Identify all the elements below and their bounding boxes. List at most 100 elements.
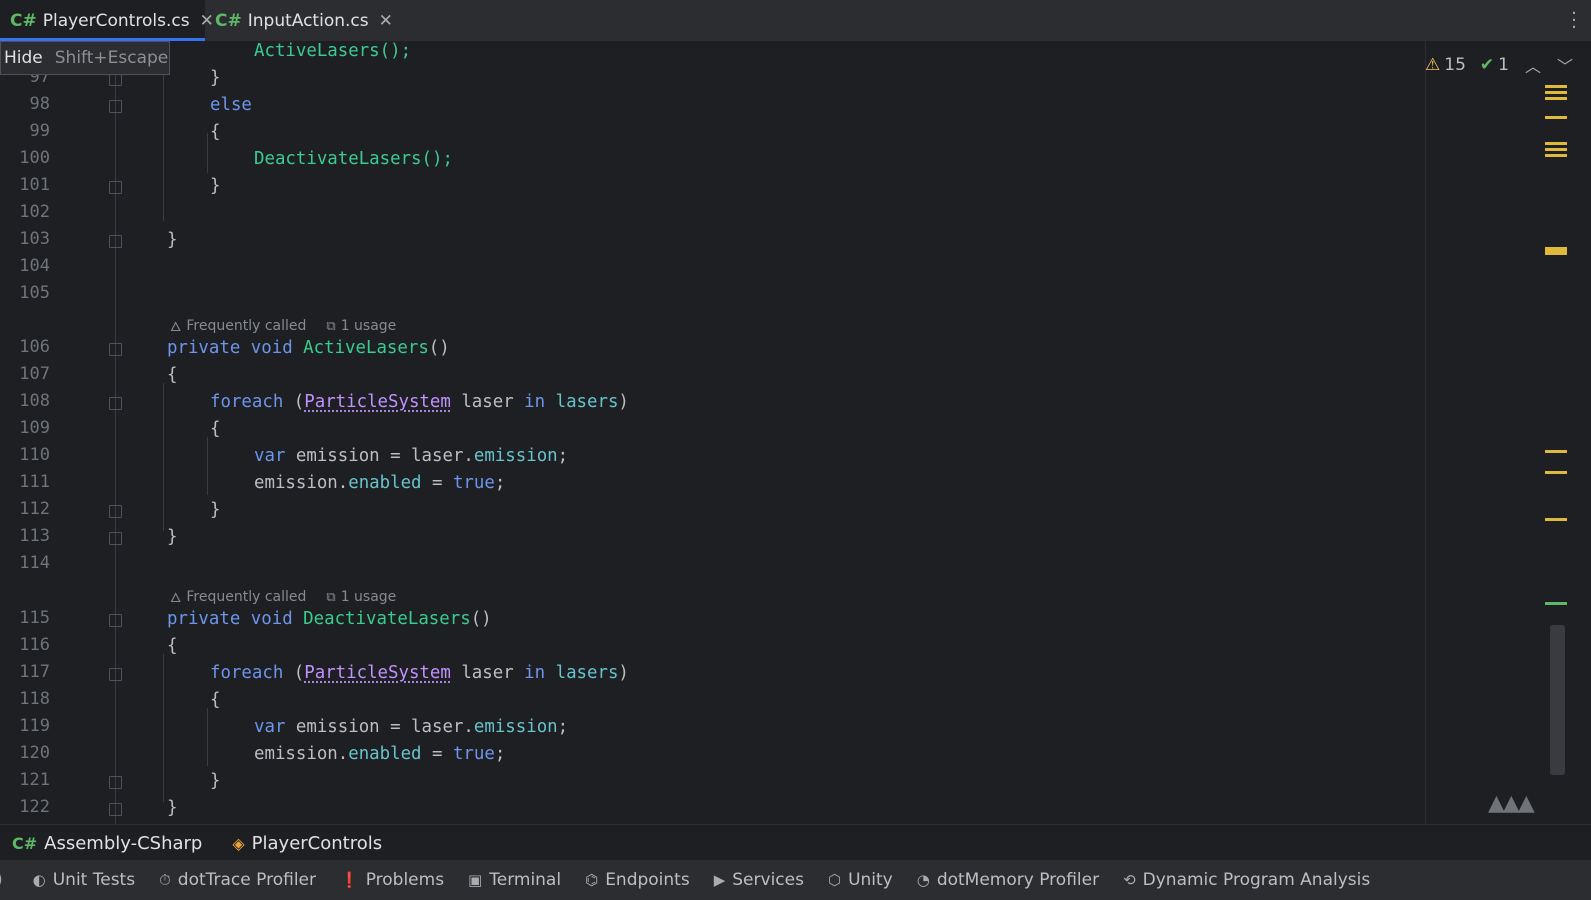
tool-unity[interactable]: ⬡ Unity xyxy=(828,870,893,890)
warning-stripe[interactable] xyxy=(1545,154,1567,157)
breadcrumb: C# Assembly-CSharp ◈ PlayerControls xyxy=(0,824,1591,861)
line-number: 116 xyxy=(19,635,50,655)
tab-playercontrols[interactable]: C# PlayerControls.cs ✕ xyxy=(0,0,214,41)
next-highlight-icon[interactable]: ﹀ xyxy=(1557,53,1573,77)
fold-marker[interactable] xyxy=(109,505,122,518)
dotmemory-icon: ◔ xyxy=(916,871,930,889)
fold-marker[interactable] xyxy=(109,532,122,545)
weak-warning-icon: ✔ xyxy=(1479,55,1495,75)
fold-marker[interactable] xyxy=(109,235,122,248)
code-line: private void ActiveLasers() xyxy=(167,338,450,358)
collapsed-tool-icon[interactable]: ) xyxy=(0,870,3,890)
endpoints-icon: ⌬ xyxy=(585,871,599,889)
code-line: { xyxy=(210,419,221,439)
csharp-file-icon: C# xyxy=(215,10,242,31)
hint-usage[interactable]: 1 usage xyxy=(341,589,397,605)
code-line: DeactivateLasers(); xyxy=(254,149,453,169)
tool-label: Dynamic Program Analysis xyxy=(1142,870,1371,890)
tool-unit-tests[interactable]: ◐ Unit Tests xyxy=(33,870,135,890)
code-editor[interactable]: 97 98 99 100 101 102 103 104 105 106 107… xyxy=(0,41,1591,824)
line-number: 114 xyxy=(19,553,50,573)
previous-highlight-icon[interactable]: ︿ xyxy=(1525,53,1541,77)
fold-marker[interactable] xyxy=(109,803,122,816)
tool-terminal[interactable]: ▣ Terminal xyxy=(468,870,561,890)
indent-guide xyxy=(207,708,208,766)
unity-icon: ⬡ xyxy=(827,871,842,889)
code-vision-hint[interactable]: 🜂 Frequently called ⧉ 1 usage xyxy=(170,313,396,339)
hint-usage[interactable]: 1 usage xyxy=(341,318,397,334)
fold-marker[interactable] xyxy=(109,181,122,194)
hint-frequency: Frequently called xyxy=(186,318,307,334)
fold-marker[interactable] xyxy=(109,397,122,410)
flame-icon: 🜂 xyxy=(170,591,182,606)
fold-marker[interactable] xyxy=(109,100,122,113)
code-line: else xyxy=(210,95,252,115)
tooltip-shortcut: Shift+Escape xyxy=(54,48,169,68)
stopwatch-icon: ⏱ xyxy=(159,871,171,889)
more-options-icon[interactable]: · · · xyxy=(1571,5,1577,37)
code-vision-hint[interactable]: 🜂 Frequently called ⧉ 1 usage xyxy=(170,584,396,610)
tool-endpoints[interactable]: ⌬ Endpoints xyxy=(585,870,690,890)
tool-problems[interactable]: ❗ Problems xyxy=(340,870,444,890)
line-number: 104 xyxy=(19,256,50,276)
weak-warning-count: 1 xyxy=(1498,55,1509,75)
vertical-scrollbar[interactable] xyxy=(1550,625,1565,775)
code-line: } xyxy=(210,176,221,196)
ai-assistant-icon[interactable]: ▲▲▲ xyxy=(1488,791,1535,816)
tool-label: dotTrace Profiler xyxy=(177,870,316,890)
code-line: } xyxy=(210,500,221,520)
tab-inputaction[interactable]: C# InputAction.cs ✕ xyxy=(205,0,403,41)
code-line: { xyxy=(210,690,221,710)
tool-label: Services xyxy=(732,870,804,890)
fold-marker[interactable] xyxy=(109,614,122,627)
close-icon[interactable]: ✕ xyxy=(379,11,393,31)
warning-stripe[interactable] xyxy=(1545,247,1567,255)
line-number: 108 xyxy=(19,391,50,411)
usage-link-icon: ⧉ xyxy=(326,589,336,605)
hide-tooltip[interactable]: Hide Shift+Escape xyxy=(0,41,170,75)
line-number: 119 xyxy=(19,716,50,736)
tool-dpa[interactable]: ⟲ Dynamic Program Analysis xyxy=(1123,870,1370,890)
tool-services[interactable]: ▶ Services xyxy=(714,870,804,890)
warning-stripe[interactable] xyxy=(1545,518,1567,521)
code-line: } xyxy=(167,230,178,250)
line-number: 118 xyxy=(19,689,50,709)
breadcrumb-label: Assembly-CSharp xyxy=(44,832,203,854)
line-number: 105 xyxy=(19,283,50,303)
tool-dottrace[interactable]: ⏱ dotTrace Profiler xyxy=(159,870,316,890)
warning-stripe[interactable] xyxy=(1545,450,1567,453)
tool-label: Unit Tests xyxy=(52,870,136,890)
warning-stripe[interactable] xyxy=(1545,97,1567,100)
code-line: } xyxy=(210,771,221,791)
code-line: emission.enabled = true; xyxy=(254,473,506,493)
inspection-widget[interactable]: ⚠ 15 ✔ 1 ︿ ﹀ xyxy=(1425,53,1573,77)
code-line: } xyxy=(167,798,178,818)
warning-stripe[interactable] xyxy=(1545,91,1567,94)
csharp-project-icon: C# xyxy=(12,833,38,853)
line-number: 121 xyxy=(19,770,50,790)
line-number: 106 xyxy=(19,337,50,357)
warning-stripe[interactable] xyxy=(1545,471,1567,474)
code-line: } xyxy=(210,68,221,88)
line-number: 109 xyxy=(19,418,50,438)
code-line: var emission = laser.emission; xyxy=(254,446,569,466)
fold-marker[interactable] xyxy=(109,776,122,789)
line-number: 117 xyxy=(19,662,50,682)
tool-dotmemory[interactable]: ◔ dotMemory Profiler xyxy=(917,870,1099,890)
warning-stripe[interactable] xyxy=(1545,116,1567,119)
fold-marker[interactable] xyxy=(109,668,122,681)
info-stripe[interactable] xyxy=(1545,602,1567,605)
fold-marker[interactable] xyxy=(109,343,122,356)
line-number: 107 xyxy=(19,364,50,384)
warning-stripe[interactable] xyxy=(1545,142,1567,145)
warning-stripe[interactable] xyxy=(1545,85,1567,88)
indent-guide xyxy=(163,654,164,802)
services-icon: ▶ xyxy=(713,871,726,889)
code-line: ActiveLasers(); xyxy=(254,41,412,61)
code-line: var emission = laser.emission; xyxy=(254,717,569,737)
line-number: 99 xyxy=(29,121,50,141)
breadcrumb-project[interactable]: C# Assembly-CSharp xyxy=(12,833,202,854)
line-number: 122 xyxy=(19,797,50,817)
warning-stripe[interactable] xyxy=(1545,148,1567,151)
breadcrumb-class[interactable]: ◈ PlayerControls xyxy=(232,833,382,854)
